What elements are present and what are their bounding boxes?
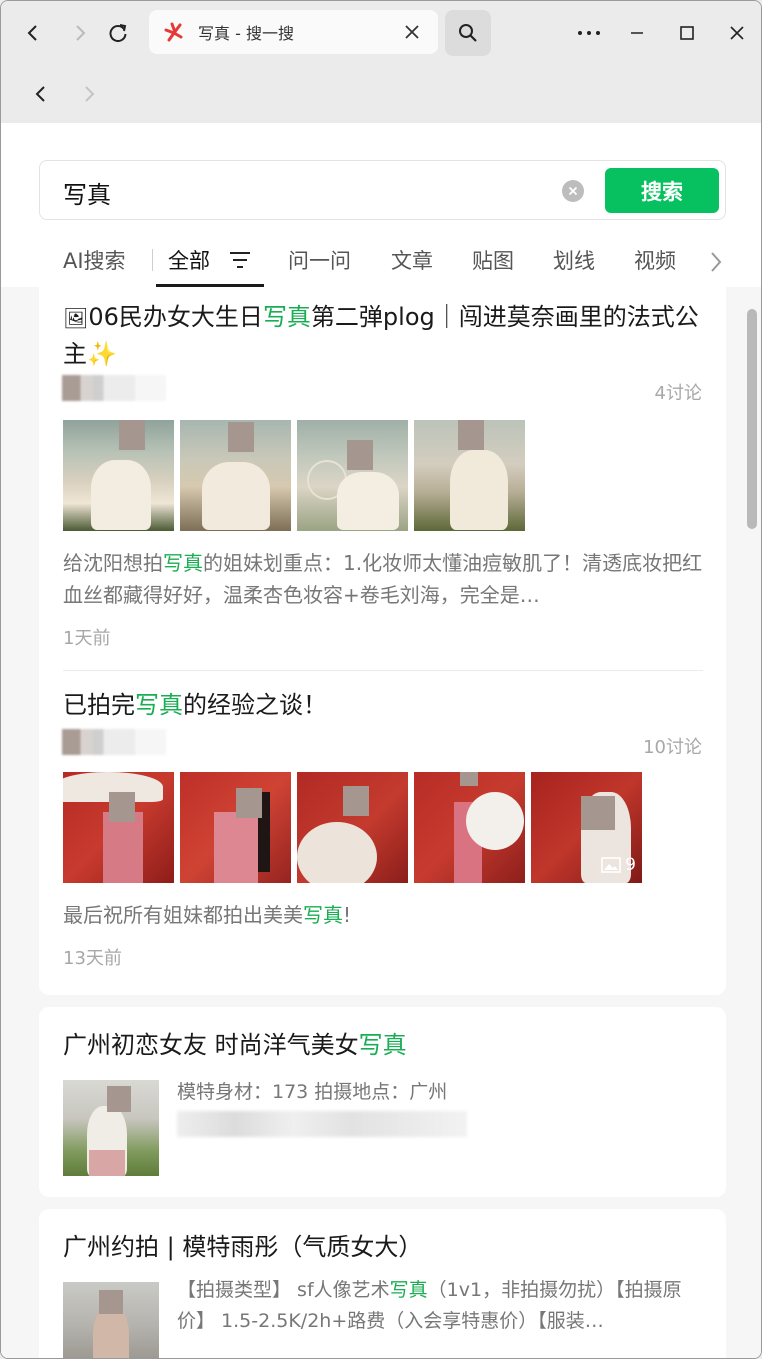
tab-all[interactable]: 全部 <box>168 245 210 275</box>
result-info: 模特身材：173 拍摄地点：广州 <box>177 1081 448 1103</box>
photo-thumbnail[interactable] <box>180 420 291 531</box>
close-tab-icon[interactable] <box>400 20 424 44</box>
result-title[interactable]: 已拍完写真的经验之谈！ <box>63 687 708 723</box>
sousou-logo-icon <box>164 22 183 42</box>
image-row <box>63 420 525 531</box>
page-forward-icon[interactable] <box>71 76 107 112</box>
tab-title: 写真 - 搜一搜 <box>198 24 294 43</box>
result-card[interactable]: 广州约拍 | 模特雨彤（气质女大） 【拍摄类型】 sf人像艺术写真（1v1，非拍… <box>39 1209 726 1358</box>
image-count: 9 <box>625 855 636 875</box>
filter-icon[interactable] <box>229 251 251 273</box>
back-icon[interactable] <box>15 15 51 51</box>
result-snippet: 【拍摄类型】 sf人像艺术写真（1v1，非拍摄勿扰）【拍摄原价】 1.5-2.5… <box>177 1279 682 1332</box>
chevron-right-icon[interactable] <box>709 251 723 277</box>
image-icon <box>601 857 621 873</box>
search-button[interactable]: 搜索 <box>605 168 719 213</box>
tab-ai-search[interactable]: AI搜索 <box>63 245 126 275</box>
search-icon[interactable] <box>445 10 491 56</box>
browser-tab[interactable]: 写真 - 搜一搜 <box>149 10 438 54</box>
forward-icon[interactable] <box>62 15 98 51</box>
result-snippet: 最后祝所有姐妹都拍出美美写真! <box>63 903 352 927</box>
refresh-icon[interactable] <box>100 15 136 51</box>
photo-thumbnail[interactable] <box>297 772 408 883</box>
author-avatar-blurred <box>62 375 166 401</box>
result-title[interactable]: 广州初恋女友 时尚洋气美女写真 <box>63 1027 708 1063</box>
close-window-icon[interactable] <box>719 15 755 51</box>
maximize-icon[interactable] <box>669 15 705 51</box>
tab-articles[interactable]: 文章 <box>391 245 433 275</box>
filter-tabs: AI搜索 全部 问一问 文章 贴图 划线 视频 <box>1 239 761 287</box>
page-nav-bar <box>1 65 761 123</box>
comment-count: 10讨论 <box>643 737 702 758</box>
page-back-icon[interactable] <box>23 76 59 112</box>
more-icon[interactable] <box>571 15 607 51</box>
comment-count: 4讨论 <box>654 383 702 404</box>
scrollbar-thumb[interactable] <box>747 309 757 529</box>
title-bar: 写真 - 搜一搜 <box>1 1 761 65</box>
result-card[interactable]: 广州初恋女友 时尚洋气美女写真 模特身材：173 拍摄地点：广州 <box>39 1007 726 1197</box>
photo-thumbnail[interactable] <box>63 1282 159 1358</box>
image-count-badge: 9 <box>601 855 636 875</box>
browser-window: 写真 - 搜一搜 写真 搜索 AI搜索 全部 问一问 文章 贴图 划线 视频 🖼… <box>0 0 762 1359</box>
photo-thumbnail[interactable]: 9 <box>531 772 642 883</box>
blurred-text <box>177 1111 467 1137</box>
result-time: 1天前 <box>63 628 111 649</box>
tab-posts[interactable]: 贴图 <box>472 245 514 275</box>
tab-divider <box>152 249 153 271</box>
result-title[interactable]: 🖼06民办女大生日写真第二弹plog｜闯进莫奈画里的法式公主✨ <box>63 299 708 372</box>
search-input[interactable]: 写真 <box>63 175 111 210</box>
photo-thumbnail[interactable] <box>414 420 525 531</box>
photo-thumbnail[interactable] <box>63 1080 159 1176</box>
photo-thumbnail[interactable] <box>297 420 408 531</box>
image-row: 9 <box>63 772 642 883</box>
result-time: 13天前 <box>63 948 122 969</box>
search-page: 写真 搜索 AI搜索 全部 问一问 文章 贴图 划线 视频 🖼06民办女大生日写… <box>1 123 761 1358</box>
photo-thumbnail[interactable] <box>414 772 525 883</box>
photo-thumbnail[interactable] <box>63 420 174 531</box>
search-box: 写真 搜索 <box>39 160 726 220</box>
result-divider <box>63 670 703 671</box>
author-avatar-blurred <box>62 729 166 755</box>
result-snippet: 给沈阳想拍写真的姐妹划重点：1.化妆师太懂油痘敏肌了！清透底妆把红血丝都藏得好好… <box>63 551 703 607</box>
tab-ask[interactable]: 问一问 <box>288 245 351 275</box>
photo-thumbnail[interactable] <box>63 772 174 883</box>
minimize-icon[interactable] <box>619 15 655 51</box>
image-broken-icon: 🖼 <box>63 306 89 330</box>
tab-highlights[interactable]: 划线 <box>553 245 595 275</box>
photo-thumbnail[interactable] <box>180 772 291 883</box>
clear-icon[interactable] <box>562 180 584 202</box>
result-title[interactable]: 广州约拍 | 模特雨彤（气质女大） <box>63 1229 708 1265</box>
search-header: 写真 搜索 AI搜索 全部 问一问 文章 贴图 划线 视频 <box>1 123 761 287</box>
tab-videos[interactable]: 视频 <box>634 245 676 275</box>
result-card[interactable]: 🖼06民办女大生日写真第二弹plog｜闯进莫奈画里的法式公主✨ 4讨论 给沈阳想… <box>39 287 726 995</box>
